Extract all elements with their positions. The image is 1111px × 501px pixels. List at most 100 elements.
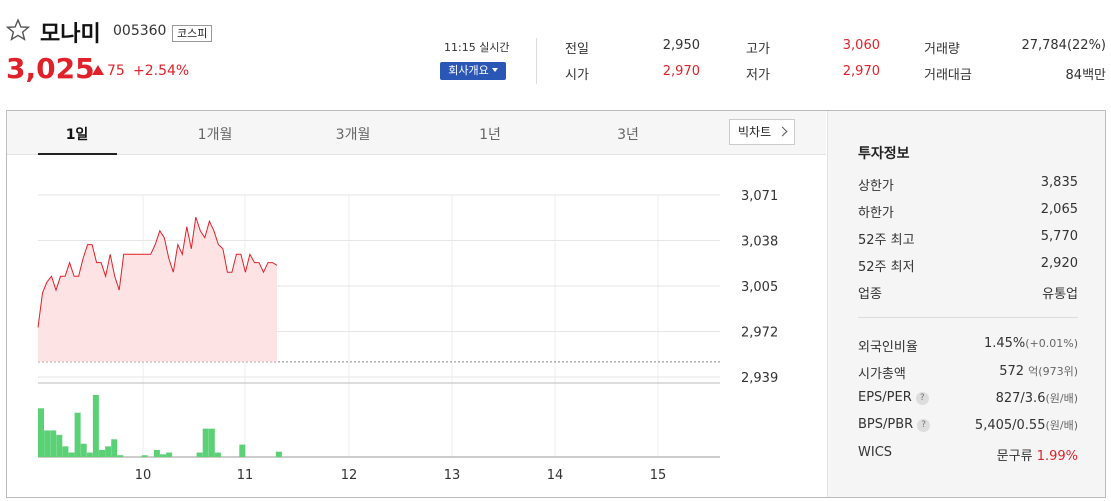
x-tick-label: 14 [547,468,564,483]
period-tabs: 1일 1개월 3개월 1년 3년 빅차트 [7,111,826,155]
tab-1day[interactable]: 1일 [37,124,117,144]
info-row-foreign-ratio: 외국인비율 1.45%(+0.01%) [858,336,1078,355]
stat-label-high: 고가 [746,42,770,57]
help-icon[interactable]: ? [915,392,929,405]
volume-bar [196,452,203,457]
info-value: 5,405/0.55(원/배) [975,417,1078,433]
tab-3month[interactable]: 3개월 [313,124,393,144]
tab-3year[interactable]: 3년 [588,124,668,144]
volume-bar [111,439,118,457]
volume-bar [68,452,75,457]
x-tick-label: 10 [135,468,152,483]
chevron-right-icon [777,126,788,137]
stat-value-open: 2,970 [662,64,700,79]
volume-bar [160,454,166,457]
volume-bar [117,455,124,457]
volume-bar [141,455,148,457]
market-badge: 코스피 [172,25,213,42]
stat-value-volume: 27,784(22%) [1021,38,1106,53]
info-label: 52주 최저 [858,260,915,275]
volume-bar [62,446,69,457]
volume-bar [38,408,44,457]
market-cap-value: 572 [999,364,1025,379]
info-row-52w-high: 52주 최고 5,770 [858,229,1078,248]
volume-bar [99,449,105,457]
current-price: 3,025 [6,52,95,85]
y-tick-label: 2,972 [741,326,778,341]
info-label: 업종 [858,287,882,302]
tab-1year[interactable]: 1년 [450,124,530,144]
caret-down-icon [491,68,498,72]
volume-bar [56,434,63,457]
info-row-52w-low: 52주 최저 2,920 [858,256,1078,275]
x-tick-label: 11 [237,468,254,483]
stat-label-prev: 전일 [565,42,589,57]
company-overview-button[interactable]: 회사개요 [440,62,506,80]
info-label: 상한가 [858,179,894,194]
market-cap-rank: 억(973위) [1028,365,1078,378]
up-triangle-icon [92,65,104,75]
info-row-eps-per: EPS/PER? 827/3.6(원/배) [858,390,1078,408]
investment-info-panel: 투자정보 상한가 3,835 하한가 2,065 52주 최고 5,770 52… [827,111,1105,497]
favorite-star-icon[interactable] [6,18,30,42]
stock-code: 005360 [113,23,167,39]
info-value: 문구류 1.99% [997,445,1078,464]
stat-value-high: 3,060 [842,38,880,53]
x-tick-label: 13 [444,468,461,483]
volume-bar [74,412,81,457]
header-divider [536,38,537,84]
chart-area: 1일 1개월 3개월 1년 3년 빅차트 3,071 3,038 3,005 2,97… [7,111,827,497]
bigchart-label: 빅차트 [738,125,772,139]
volume-bar [239,444,246,457]
info-value[interactable]: 유통업 [1042,283,1078,302]
stat-value-low: 2,970 [842,64,880,79]
info-label: BPS/PBR? [858,417,931,432]
chart-frame: 1일 1개월 3개월 1년 3년 빅차트 3,071 3,038 3,005 2,97… [6,110,1106,498]
bps-pbr-label: BPS/PBR [858,417,914,432]
info-value: 1.45%(+0.01%) [984,336,1078,351]
info-divider [858,317,1078,318]
volume-bar [92,395,99,457]
info-title: 투자정보 [858,146,910,162]
bigchart-button[interactable]: 빅차트 [729,119,795,145]
wics-rate: 1.99% [1036,449,1078,464]
info-label: 시가총액 [858,367,906,382]
stat-value-prev: 2,950 [662,38,700,53]
realtime-label: 11:15 실시간 [444,41,510,54]
company-overview-label: 회사개요 [448,64,489,77]
volume-bar [86,452,93,457]
info-label: 52주 최고 [858,233,915,248]
intraday-chart[interactable]: 3,071 3,038 3,005 2,972 2,939 10 11 12 13 14 15 [7,155,826,497]
y-tick-label: 3,005 [741,280,778,295]
eps-per-value: 827/3.6 [995,391,1046,406]
info-row-sector: 업종 유통업 [858,283,1078,302]
volume-bar [105,446,112,457]
info-row-wics: WICS 문구류 1.99% [858,445,1078,464]
volume-bar [275,451,282,457]
info-label: WICS [858,445,893,460]
info-row-bps-pbr: BPS/PBR? 5,405/0.55(원/배) [858,417,1078,435]
info-value: 5,770 [1040,229,1078,244]
volume-bar [80,443,87,457]
eps-per-unit: (원/배) [1045,392,1078,405]
price-change: 75 [92,63,125,79]
stat-label-amount: 거래대금 [924,68,972,83]
tab-1month[interactable]: 1개월 [175,124,255,144]
foreign-ratio-value: 1.45% [983,336,1026,351]
info-label: 하한가 [858,206,894,221]
y-tick-label: 3,038 [741,235,778,250]
bps-pbr-unit: (원/배) [1045,419,1078,432]
volume-bar [202,428,209,457]
foreign-ratio-change: (+0.01%) [1025,337,1078,350]
info-row-market-cap: 시가총액 572 억(973위) [858,363,1078,382]
volume-bar [44,430,51,457]
volume-bar [153,449,160,457]
stat-value-amount: 84백만 [1065,68,1106,83]
price-change-value: 75 [107,63,125,79]
wics-value[interactable]: 문구류 [997,449,1033,464]
change-rate: +2.54% [133,63,190,79]
volume-bar [166,452,173,457]
stat-label-volume: 거래량 [924,42,960,57]
volume-bar [214,452,221,457]
help-icon[interactable]: ? [917,419,931,432]
